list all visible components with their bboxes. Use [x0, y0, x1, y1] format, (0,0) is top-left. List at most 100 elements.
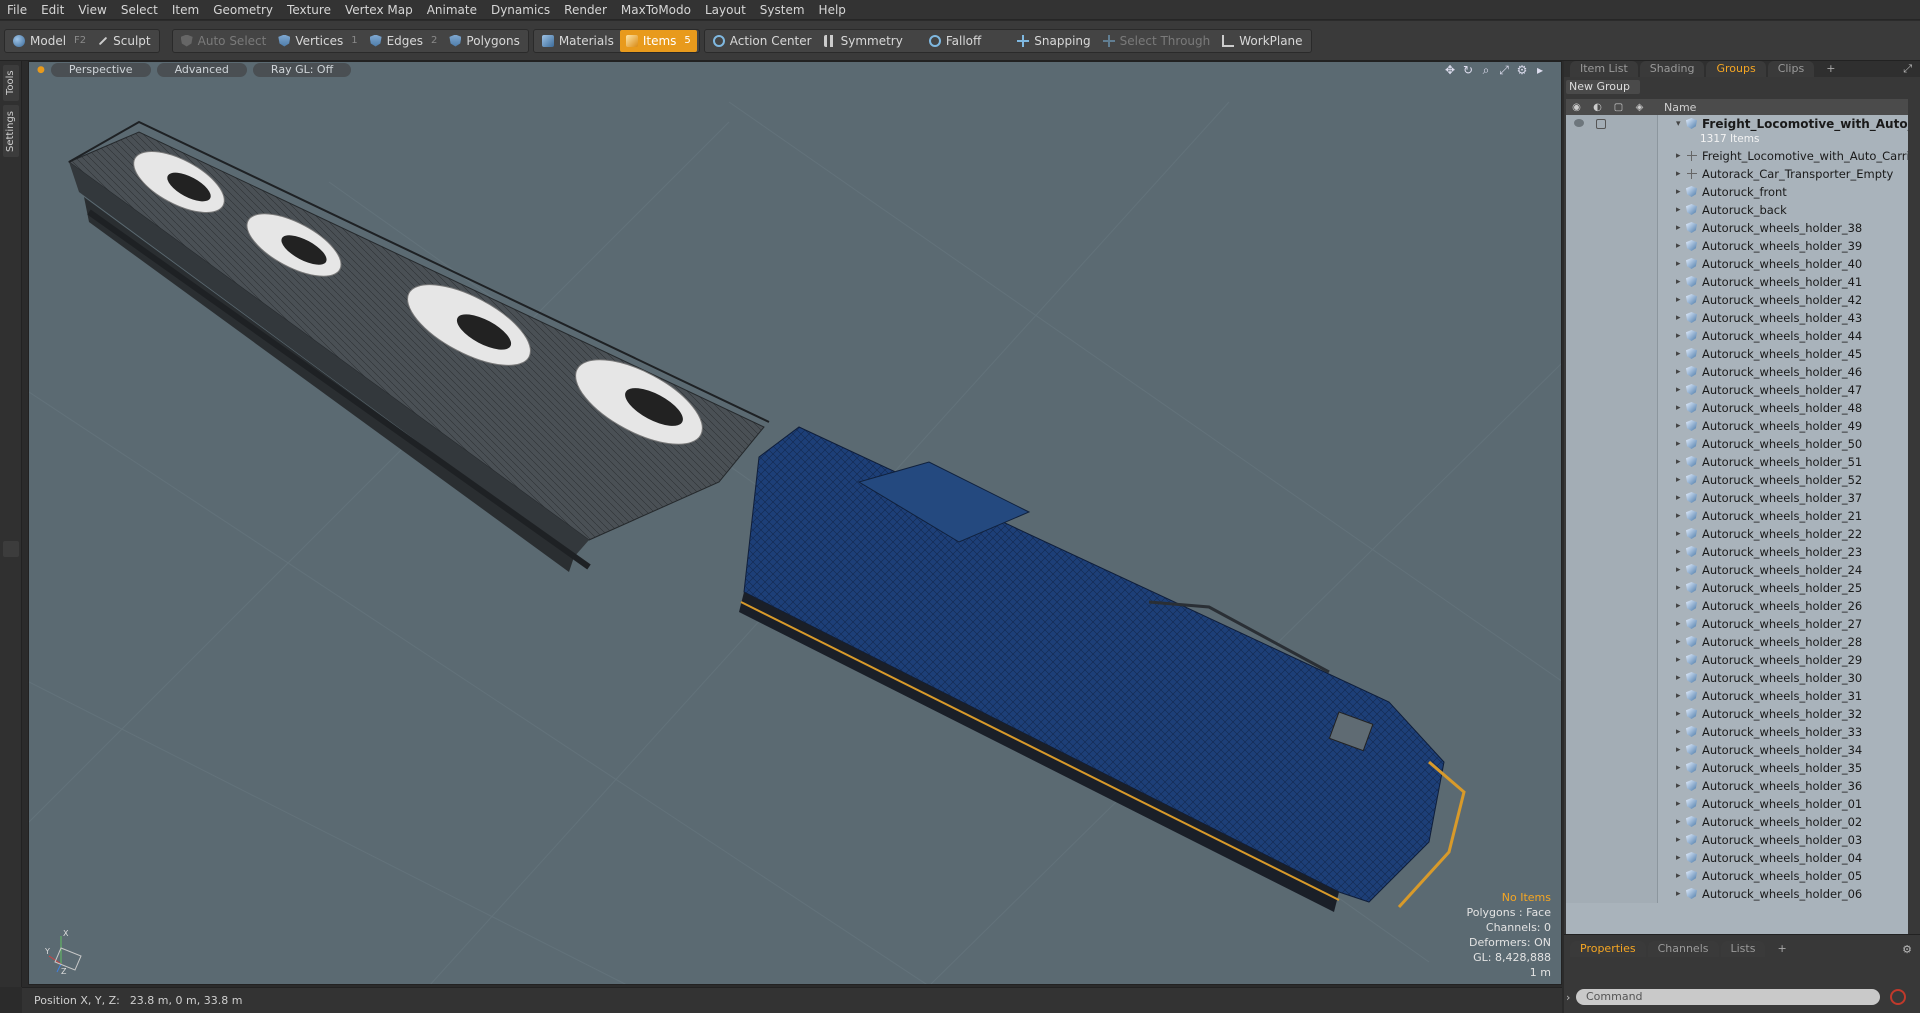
list-item[interactable]: ▸ Autoruck_wheels_holder_38 [1566, 219, 1908, 237]
expand-arrow-icon[interactable]: ▸ [1676, 223, 1681, 233]
list-item[interactable]: ▸ Autoruck_wheels_holder_36 [1566, 777, 1908, 795]
gear-icon[interactable]: ⚙ [1515, 63, 1529, 77]
list-item[interactable]: ▸ Autoruck_wheels_holder_37 [1566, 489, 1908, 507]
command-input[interactable]: Command [1576, 989, 1880, 1005]
tab-tools[interactable]: Tools [3, 65, 19, 101]
list-item[interactable]: ▸ Autoruck_wheels_holder_46 [1566, 363, 1908, 381]
collapse-arrow-icon[interactable]: ▾ [1676, 119, 1681, 129]
expand-arrow-icon[interactable]: ▸ [1676, 745, 1681, 755]
menu-maxtomodo[interactable]: MaxToModo [614, 0, 698, 20]
falloff-button[interactable]: Falloff [923, 30, 1011, 52]
list-item[interactable]: ▸ Autoruck_wheels_holder_24 [1566, 561, 1908, 579]
expand-arrow-icon[interactable]: ▸ [1676, 295, 1681, 305]
menu-texture[interactable]: Texture [280, 0, 338, 20]
list-item[interactable]: ▸ Autoruck_wheels_holder_48 [1566, 399, 1908, 417]
expand-arrow-icon[interactable]: ▸ [1676, 385, 1681, 395]
list-item[interactable]: ▸ Autoruck_wheels_holder_35 [1566, 759, 1908, 777]
expand-arrow-icon[interactable]: ▸ [1676, 547, 1681, 557]
menu-view[interactable]: View [71, 0, 113, 20]
expand-arrow-icon[interactable]: ▸ [1676, 511, 1681, 521]
expand-arrow-icon[interactable]: ▸ [1676, 871, 1681, 881]
snapping-button[interactable]: Snapping [1011, 30, 1096, 52]
expand-arrow-icon[interactable]: ▸ [1676, 637, 1681, 647]
menu-help[interactable]: Help [812, 0, 853, 20]
workplane-button[interactable]: WorkPlane [1216, 30, 1308, 52]
menu-render[interactable]: Render [557, 0, 614, 20]
viewport-tab-raygl[interactable]: Ray GL: Off [252, 63, 352, 77]
tab-collapsed[interactable] [3, 541, 19, 557]
list-item[interactable]: ▸ Autoruck_wheels_holder_52 [1566, 471, 1908, 489]
expand-arrow-icon[interactable]: ▸ [1676, 583, 1681, 593]
lock-icon[interactable] [1596, 119, 1606, 129]
symmetry-button[interactable]: Symmetry [818, 30, 923, 52]
action-center-button[interactable]: Action Center [707, 30, 818, 52]
expand-arrow-icon[interactable]: ▸ [1676, 673, 1681, 683]
expand-arrow-icon[interactable]: ▸ [1676, 439, 1681, 449]
expand-arrow-icon[interactable]: ▸ [1676, 835, 1681, 845]
list-item[interactable]: ▸ Autoruck_wheels_holder_45 [1566, 345, 1908, 363]
add-tab-icon[interactable]: + [1816, 61, 1845, 77]
list-item[interactable]: ▸ Autoruck_wheels_holder_28 [1566, 633, 1908, 651]
items-button[interactable]: Items 5 [619, 29, 697, 52]
list-item[interactable]: ▸ Autoruck_wheels_holder_22 [1566, 525, 1908, 543]
expand-arrow-icon[interactable]: ▸ [1676, 799, 1681, 809]
menu-geometry[interactable]: Geometry [206, 0, 280, 20]
zoom-icon[interactable]: ⌕ [1479, 63, 1493, 77]
add-properties-tab-icon[interactable]: + [1767, 941, 1796, 957]
list-item[interactable]: ▸ Autoruck_wheels_holder_33 [1566, 723, 1908, 741]
vertices-button[interactable]: Vertices 1 [272, 30, 363, 52]
list-item[interactable]: ▸ Autoruck_back [1566, 201, 1908, 219]
select-column-icon[interactable]: ◈ [1629, 102, 1650, 113]
expand-arrow-icon[interactable]: ▸ [1676, 817, 1681, 827]
expand-arrow-icon[interactable]: ▸ [1676, 331, 1681, 341]
list-item[interactable]: ▸ Autoruck_wheels_holder_34 [1566, 741, 1908, 759]
list-item[interactable]: ▸ Autoruck_wheels_holder_49 [1566, 417, 1908, 435]
menu-vertex-map[interactable]: Vertex Map [338, 0, 420, 20]
command-chevron-icon[interactable]: › [1566, 991, 1570, 1004]
expand-arrow-icon[interactable]: ▸ [1676, 853, 1681, 863]
list-item[interactable]: ▸ Autoruck_wheels_holder_03 [1566, 831, 1908, 849]
expand-arrow-icon[interactable]: ▸ [1676, 403, 1681, 413]
tab-clips[interactable]: Clips [1767, 61, 1815, 77]
menu-animate[interactable]: Animate [420, 0, 484, 20]
menu-layout[interactable]: Layout [698, 0, 753, 20]
tab-settings[interactable]: Settings [3, 105, 19, 157]
expand-arrow-icon[interactable]: ▸ [1676, 889, 1681, 899]
tab-groups[interactable]: Groups [1706, 61, 1766, 77]
expand-arrow-icon[interactable]: ▸ [1676, 619, 1681, 629]
list-item[interactable]: ▸ Autoruck_wheels_holder_04 [1566, 849, 1908, 867]
expand-arrow-icon[interactable]: ▸ [1676, 727, 1681, 737]
menu-file[interactable]: File [0, 0, 34, 20]
new-group-button[interactable]: New Group [1566, 80, 1640, 94]
expand-arrow-icon[interactable]: ▸ [1676, 691, 1681, 701]
list-item[interactable]: ▸ Autoruck_wheels_holder_32 [1566, 705, 1908, 723]
expand-arrow-icon[interactable]: ▸ [1676, 493, 1681, 503]
record-macro-icon[interactable] [1890, 989, 1906, 1005]
group-root-row[interactable]: ▾ Freight_Locomotive_with_Auto_C ... [1566, 115, 1908, 133]
expand-arrow-icon[interactable]: ▸ [1676, 655, 1681, 665]
select-through-button[interactable]: Select Through [1097, 30, 1217, 52]
maximize-icon[interactable]: ⤢ [1497, 63, 1511, 77]
list-item[interactable]: ▸ Autoruck_wheels_holder_21 [1566, 507, 1908, 525]
expand-arrow-icon[interactable]: ▸ [1676, 421, 1681, 431]
list-item[interactable]: ▸ Autoruck_wheels_holder_05 [1566, 867, 1908, 885]
expand-arrow-icon[interactable]: ▸ [1676, 169, 1681, 179]
list-item[interactable]: ▸ Autoruck_wheels_holder_29 [1566, 651, 1908, 669]
tab-shading[interactable]: Shading [1639, 61, 1705, 77]
viewport-menu-icon[interactable]: ● [37, 65, 45, 75]
expand-arrow-icon[interactable]: ▸ [1676, 475, 1681, 485]
expand-arrow-icon[interactable]: ▸ [1676, 187, 1681, 197]
expand-arrow-icon[interactable]: ▸ [1676, 565, 1681, 575]
visibility-eye-icon[interactable] [1574, 119, 1584, 127]
list-item[interactable]: ▸ Autoruck_wheels_holder_25 [1566, 579, 1908, 597]
polygons-button[interactable]: Polygons [443, 30, 525, 52]
list-item[interactable]: ▸ Autorack_Car_Transporter_Empty [1566, 165, 1908, 183]
menu-select[interactable]: Select [114, 0, 165, 20]
list-item[interactable]: ▸ Autoruck_wheels_holder_39 [1566, 237, 1908, 255]
list-item[interactable]: ▸ Autoruck_wheels_holder_40 [1566, 255, 1908, 273]
rotate-icon[interactable]: ↻ [1461, 63, 1475, 77]
tab-properties[interactable]: Properties [1570, 941, 1646, 957]
expand-arrow-icon[interactable]: ▸ [1676, 151, 1681, 161]
model-button[interactable]: Model F2 [7, 30, 92, 52]
menu-dynamics[interactable]: Dynamics [484, 0, 557, 20]
